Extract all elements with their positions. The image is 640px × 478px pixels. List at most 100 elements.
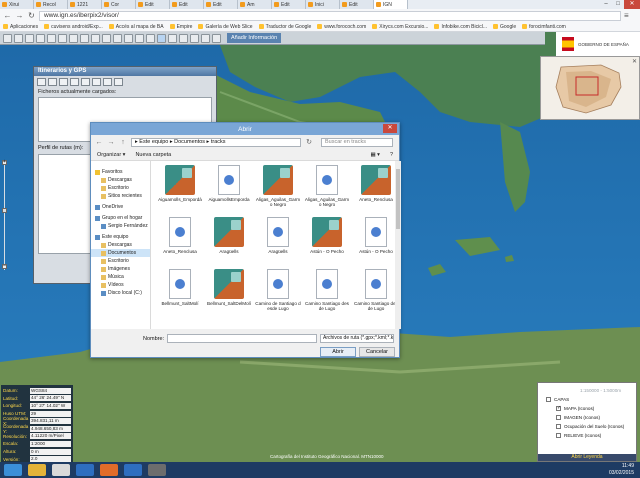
file-item[interactable]: Bellmunt_SaltDelMolí [206,269,252,319]
print-icon[interactable] [80,33,89,43]
file-type-select[interactable]: Archivos de ruta (*.gpx;*.kml;*.k [320,334,394,343]
file-item[interactable]: Camino de Santiago desde Lugo [255,269,301,319]
browser-tab[interactable]: Xirui [0,0,34,9]
forward-icon[interactable]: → [15,11,24,20]
explorer-icon[interactable] [28,464,46,476]
home-icon[interactable] [3,33,12,43]
help-icon[interactable] [201,33,210,43]
file-item[interactable]: Aneto_Renclusa [157,217,203,267]
dialog-close-button[interactable]: ✕ [383,124,397,133]
overview-map[interactable]: ✕ [540,56,640,120]
file-item[interactable]: Camino Santiago desde Lugo [353,269,399,319]
bookmark-item[interactable]: www.forococh.com [317,24,366,30]
layer-checkbox[interactable]: ✓ [556,406,561,411]
organize-button[interactable]: Organizar ▾ [97,152,125,158]
browser-tab[interactable]: Am [238,0,272,9]
print-icon[interactable] [103,77,112,86]
bookmark-item[interactable]: Accés al mapa de BA [108,24,164,30]
new-folder-button[interactable]: Nueva carpeta [135,152,171,158]
bookmark-item[interactable]: Aplicaciones [3,24,38,30]
file-item[interactable]: Aragüells [255,217,301,267]
file-scrollbar[interactable] [395,161,401,329]
zoom-minus-icon[interactable]: – [2,264,7,269]
system-tray[interactable]: 11:49 03/02/2015 [609,463,634,477]
ie-icon[interactable] [76,464,94,476]
layer-checkbox[interactable] [556,424,561,429]
back-icon[interactable]: ← [95,139,103,146]
layer-row[interactable]: RELIEVE (Iconos) [542,431,632,440]
measure-icon[interactable] [47,33,56,43]
reload-icon[interactable]: ↻ [27,11,36,20]
start-icon[interactable] [4,464,22,476]
bookmark-item[interactable]: Empire [169,24,192,30]
bookmark-item[interactable]: Traductor de Google [258,24,311,30]
browser-tab[interactable]: Edit [340,0,374,9]
browser-tab[interactable]: Edit [170,0,204,9]
coord-value[interactable]: WGS84 [30,387,71,394]
layers-icon[interactable] [102,33,111,43]
bookmark-item[interactable]: cuvisens android/Exp... [44,24,103,30]
profile-icon[interactable] [124,33,133,43]
file-item[interactable]: Aneto_Renclusa [353,165,399,215]
browser-tab[interactable]: Edit [136,0,170,9]
link-icon[interactable] [179,33,188,43]
file-item[interactable]: Astún - O Pecho [353,217,399,267]
edit-icon[interactable] [59,77,68,86]
maximize-button[interactable]: □ [612,0,624,9]
browser-tab[interactable]: Inici [306,0,340,9]
back-icon[interactable]: ← [3,11,12,20]
zoom-handle[interactable] [2,208,7,213]
chrome-icon[interactable] [52,464,70,476]
browser-tab[interactable]: 1221 [68,0,102,9]
nav-item[interactable]: Grupo en el hogar [91,214,150,222]
paint-icon[interactable] [148,464,166,476]
share-icon[interactable] [168,33,177,43]
nav-item[interactable]: Música [91,273,150,281]
file-item[interactable]: Aiguamolls_Empordà [157,165,203,215]
close-window-button[interactable]: ✕ [624,0,640,9]
draw-icon[interactable] [113,33,122,43]
nav-item[interactable]: Imágenes [91,265,150,273]
bookmark-item[interactable]: forocimfanti.com [522,24,566,30]
layer-row[interactable]: CAPAS [542,395,632,404]
save-icon[interactable] [81,77,90,86]
breadcrumb[interactable]: ▸ Este equipo ▸ Documentos ▸ tracks [131,137,301,147]
app-icon[interactable] [100,464,118,476]
nav-item[interactable]: Este equipo [91,233,150,241]
nav-item[interactable]: Descargas [91,241,150,249]
profile-chart-icon[interactable] [92,77,101,86]
delete-icon[interactable] [70,77,79,86]
nav-item[interactable]: Descargas [91,176,150,184]
bookmark-item[interactable]: Infobike.com Bicicl... [434,24,487,30]
load-file-icon[interactable] [37,77,46,86]
layer-checkbox[interactable] [546,397,551,402]
nav-item[interactable]: Vídeos [91,281,150,289]
up-icon[interactable]: ↑ [119,139,127,146]
zoom-out-icon[interactable] [25,33,34,43]
search-input[interactable]: Buscar en tracks [321,137,393,147]
refresh-icon[interactable]: ↻ [305,138,313,146]
url-input[interactable]: www.ign.es/iberpix2/visor/ [39,10,621,21]
nav-item[interactable]: Escritorio [91,184,150,192]
layer-row[interactable]: IMAGEN (Iconos) [542,413,632,422]
browser-tab[interactable]: Edit [272,0,306,9]
browser-tab[interactable]: Recol [34,0,68,9]
zoom-in-icon[interactable] [14,33,23,43]
layer-checkbox[interactable] [556,433,561,438]
coords-icon[interactable] [135,33,144,43]
file-item[interactable]: Aragüells [206,217,252,267]
pan-icon[interactable] [36,33,45,43]
bookmark-item[interactable]: Galería de Web Slice [198,24,253,30]
file-name-input[interactable] [167,334,317,343]
file-item[interactable]: Astún - O Pecho [304,217,350,267]
nav-item[interactable]: Favoritos [91,168,150,176]
add-info-button[interactable]: Añadir Información [227,33,282,43]
forward-icon[interactable]: → [107,139,115,146]
nav-item[interactable]: Escritorio [91,257,150,265]
file-item[interactable]: Camino Santiago desde Lugo [304,269,350,319]
gps-track-icon[interactable] [48,77,57,86]
bookmark-item[interactable]: Xirycs.com Excursio... [372,24,428,30]
file-item[interactable]: AiguamollsEmporda [206,165,252,215]
view-options-icon[interactable]: ▦ ▾ [370,152,380,158]
scroll-thumb[interactable] [396,169,400,229]
